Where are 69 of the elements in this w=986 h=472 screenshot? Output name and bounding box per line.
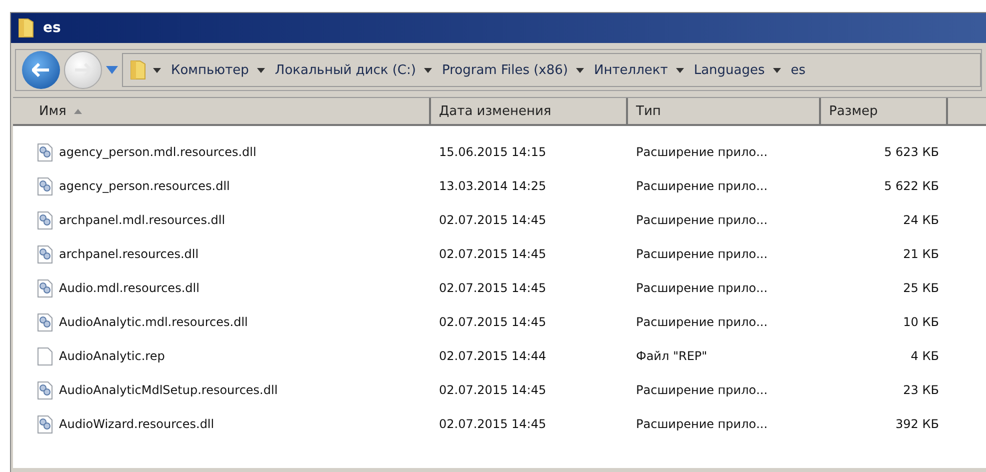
column-header[interactable]: Дата изменения (431, 98, 628, 124)
type-cell-text: Расширение прило... (635, 247, 769, 261)
date-cell-text: 02.07.2015 14:45 (438, 383, 548, 397)
gear-file-icon (37, 278, 53, 298)
gear-file-icon (37, 142, 53, 162)
type-cell-text: Расширение прило... (635, 179, 769, 193)
type-cell-text: Расширение прило... (635, 315, 769, 329)
size-cell-text: 10 КБ (902, 315, 939, 329)
date-cell-text: 02.07.2015 14:44 (438, 349, 548, 363)
file-name[interactable]: AudioAnalytic.rep (59, 349, 165, 363)
folder-icon (129, 59, 147, 81)
date-cell-text: 15.06.2015 14:15 (438, 145, 548, 159)
date-cell-text: 02.07.2015 14:45 (438, 281, 548, 295)
history-dropdown-icon[interactable] (106, 66, 118, 74)
breadcrumb-item[interactable]: es (788, 62, 808, 78)
left-arrow-icon (32, 63, 50, 77)
size-cell-text: 4 КБ (910, 349, 939, 363)
dropdown-arrow-icon[interactable] (772, 68, 781, 72)
date-cell-text: 13.03.2014 14:25 (438, 179, 548, 193)
dropdown-arrow-icon[interactable] (676, 68, 684, 72)
size-cell-text: 23 КБ (902, 383, 939, 397)
file-name[interactable]: AudioWizard.resources.dll (59, 417, 214, 431)
size-cell-text: 25 КБ (902, 281, 939, 295)
size-cell-text: 21 КБ (902, 247, 939, 261)
type-cell-text: Расширение прило... (635, 417, 769, 431)
size-cell-text: 24 КБ (902, 213, 939, 227)
type-cell-text: Расширение прило... (635, 281, 769, 295)
breadcrumb-item[interactable]: Интеллект (592, 62, 670, 78)
file-name[interactable]: archpanel.mdl.resources.dll (59, 213, 226, 227)
back-button[interactable] (22, 51, 60, 89)
date-cell-text: 02.07.2015 14:45 (438, 247, 548, 261)
file-name[interactable]: agency_person.resources.dll (59, 179, 230, 193)
dropdown-arrow-icon[interactable] (153, 68, 161, 72)
sort-arrow-icon (74, 108, 82, 114)
address-bar[interactable]: Компьютер Локальный диск (C:) Program Files (x86) Интеллект Languages es (122, 53, 981, 87)
file-name[interactable]: AudioAnalytic.mdl.resources.dll (59, 315, 248, 329)
breadcrumb-item[interactable]: Languages (692, 62, 767, 78)
gear-file-icon (37, 176, 53, 196)
gear-file-icon (37, 414, 53, 434)
file-name[interactable]: Audio.mdl.resources.dll (59, 281, 200, 295)
type-cell-text: Расширение прило... (635, 383, 769, 397)
column-header[interactable]: Размер (821, 98, 948, 124)
file-name[interactable]: AudioAnalyticMdlSetup.resources.dll (59, 383, 278, 397)
size-cell-text: 5 623 КБ (883, 145, 939, 159)
file-name[interactable]: archpanel.resources.dll (59, 247, 199, 261)
date-cell-text: 02.07.2015 14:45 (438, 417, 548, 431)
window-title: es (43, 20, 61, 36)
type-cell-text: Расширение прило... (635, 213, 769, 227)
size-cell-text: 5 622 КБ (883, 179, 939, 193)
date-cell-text: 02.07.2015 14:45 (438, 315, 548, 329)
gear-file-icon (37, 244, 53, 264)
dropdown-arrow-icon[interactable] (424, 68, 432, 72)
file-name[interactable]: agency_person.mdl.resources.dll (59, 145, 256, 159)
dropdown-arrow-icon[interactable] (256, 68, 265, 72)
blank-file-icon (37, 346, 53, 366)
gear-file-icon (37, 312, 53, 332)
breadcrumb-item[interactable]: Локальный диск (C:) (272, 62, 418, 78)
dropdown-arrow-icon[interactable] (576, 68, 584, 72)
breadcrumb-item[interactable]: Компьютер (169, 62, 251, 78)
gear-file-icon (37, 380, 53, 400)
column-header[interactable]: Тип (628, 98, 821, 124)
folder-icon (17, 17, 35, 39)
type-cell-text: Расширение прило... (635, 145, 769, 159)
type-cell-text: Файл "REP" (635, 349, 708, 363)
breadcrumb-item[interactable]: Program Files (x86) (440, 62, 570, 78)
date-cell-text: 02.07.2015 14:45 (438, 213, 548, 227)
gear-file-icon (37, 210, 53, 230)
size-cell-text: 392 КБ (894, 417, 939, 431)
column-header[interactable]: Имя (13, 98, 431, 124)
